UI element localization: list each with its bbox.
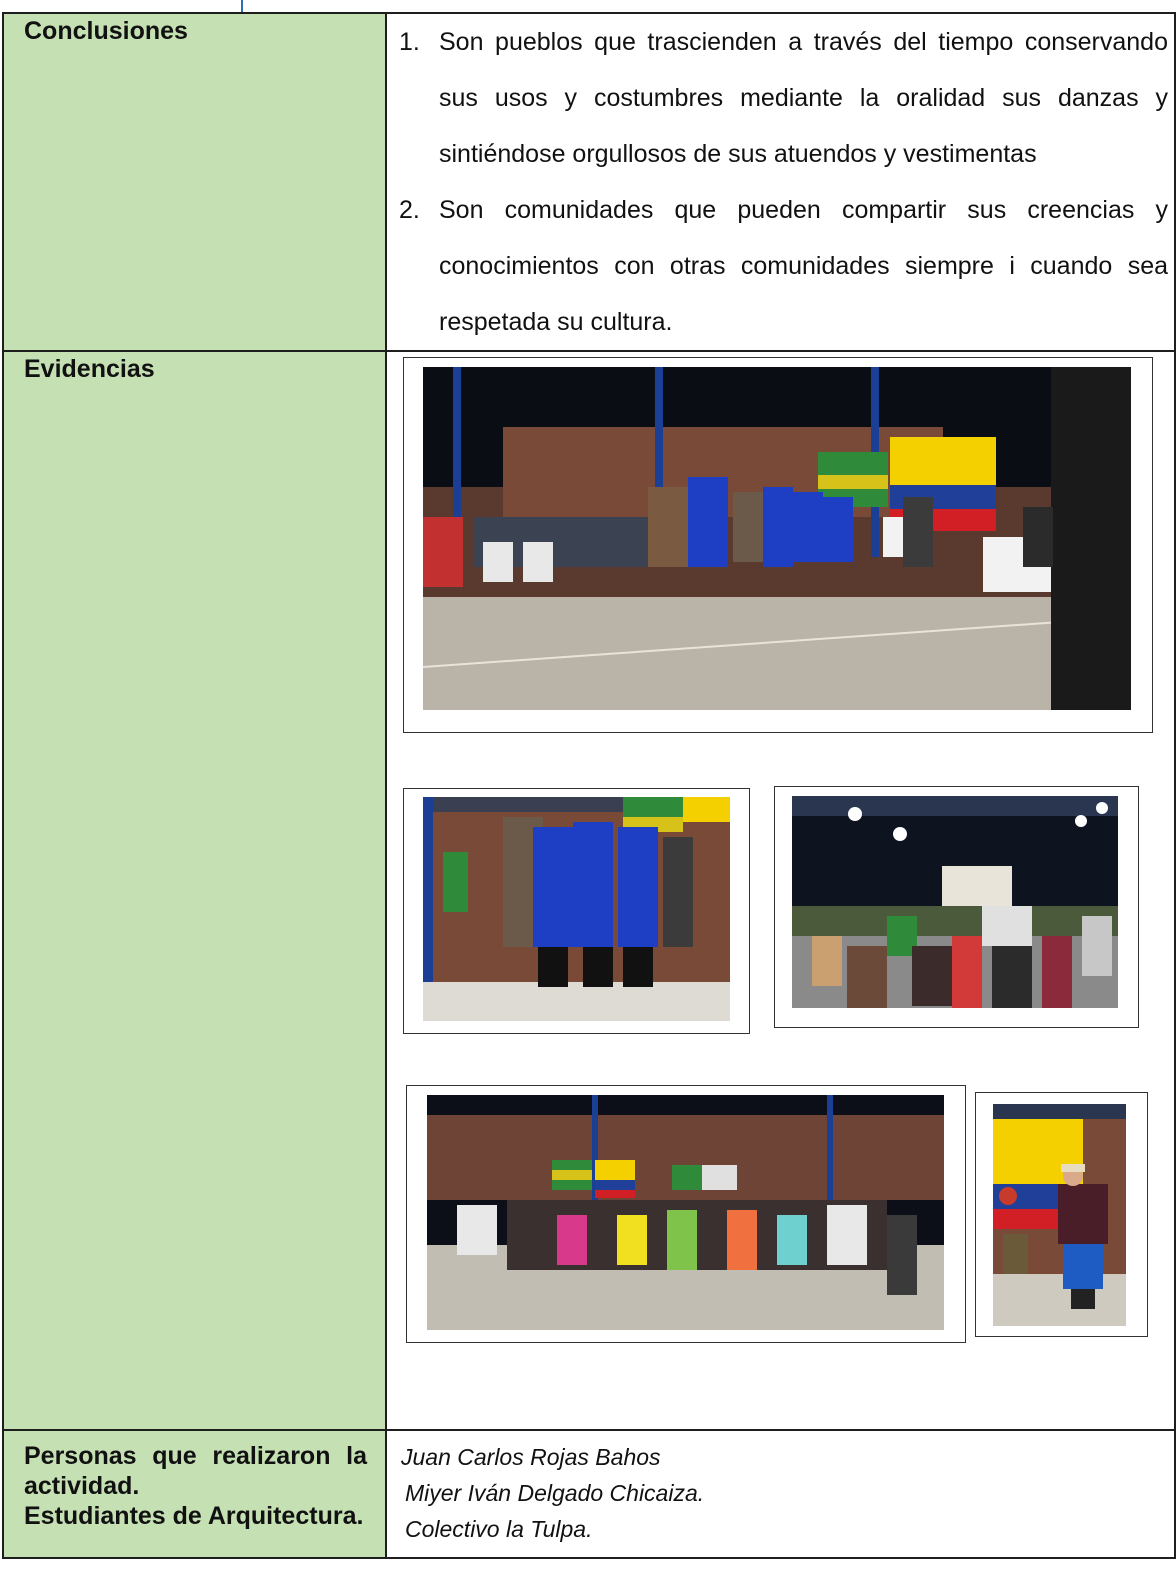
people-list: Juan Carlos Rojas Bahos Miyer Iván Delga… bbox=[387, 1431, 1174, 1547]
photo-community-gathering bbox=[427, 1095, 944, 1330]
photo-image bbox=[993, 1104, 1126, 1326]
photo-crowd-night-field bbox=[792, 796, 1118, 1008]
photo-speaker-with-flag bbox=[993, 1104, 1126, 1326]
photo-image bbox=[423, 797, 730, 1021]
evidencias-row: Evidencias bbox=[2, 350, 1176, 1431]
personas-row: Personas que realizaron la actividad. Es… bbox=[2, 1429, 1176, 1559]
evidence-photo-area bbox=[387, 352, 1174, 1429]
photo-image bbox=[423, 367, 1131, 710]
personas-content-cell: Juan Carlos Rojas Bahos Miyer Iván Delga… bbox=[385, 1429, 1176, 1559]
personas-label: Personas que realizaron la actividad. Es… bbox=[4, 1431, 385, 1531]
conclusion-number: 1. bbox=[399, 28, 420, 56]
conclusions-content-cell: 1. Son pueblos que trascienden a través … bbox=[385, 12, 1176, 352]
evidencias-content-cell bbox=[385, 350, 1176, 1431]
photo-dance-performance-wide bbox=[423, 367, 1131, 710]
conclusion-item: 1. Son pueblos que trascienden a través … bbox=[387, 14, 1168, 182]
personas-label-line3: Estudiantes de Arquitectura. bbox=[24, 1502, 364, 1530]
person-name: Colectivo la Tulpa. bbox=[405, 1516, 593, 1542]
photo-image bbox=[427, 1095, 944, 1330]
evidencias-label: Evidencias bbox=[24, 355, 155, 383]
person-name: Miyer Iván Delgado Chicaiza. bbox=[405, 1480, 705, 1506]
conclusion-text: Son pueblos que trascienden a través del… bbox=[439, 28, 1168, 168]
photo-image bbox=[792, 796, 1118, 1008]
conclusion-text: Son comunidades que pueden compartir sus… bbox=[439, 196, 1168, 336]
activity-report-table: Conclusiones 1. Son pueblos que trascien… bbox=[2, 12, 1176, 1559]
personas-label-line1: Personas que realizaron la bbox=[24, 1442, 367, 1470]
personas-label-line2: actividad. bbox=[24, 1472, 140, 1500]
conclusions-label: Conclusiones bbox=[24, 17, 188, 45]
conclusion-item: 2. Son comunidades que pueden compartir … bbox=[387, 182, 1168, 350]
conclusion-number: 2. bbox=[399, 196, 420, 224]
person-name: Juan Carlos Rojas Bahos bbox=[401, 1444, 661, 1470]
conclusions-row: Conclusiones 1. Son pueblos que trascien… bbox=[2, 12, 1176, 352]
personas-label-cell: Personas que realizaron la actividad. Es… bbox=[2, 1429, 387, 1559]
top-margin-mark bbox=[241, 0, 243, 12]
photo-dancers-closeup bbox=[423, 797, 730, 1021]
evidencias-label-cell: Evidencias bbox=[2, 350, 387, 1431]
conclusions-list: 1. Son pueblos que trascienden a través … bbox=[387, 14, 1174, 350]
conclusions-label-cell: Conclusiones bbox=[2, 12, 387, 352]
